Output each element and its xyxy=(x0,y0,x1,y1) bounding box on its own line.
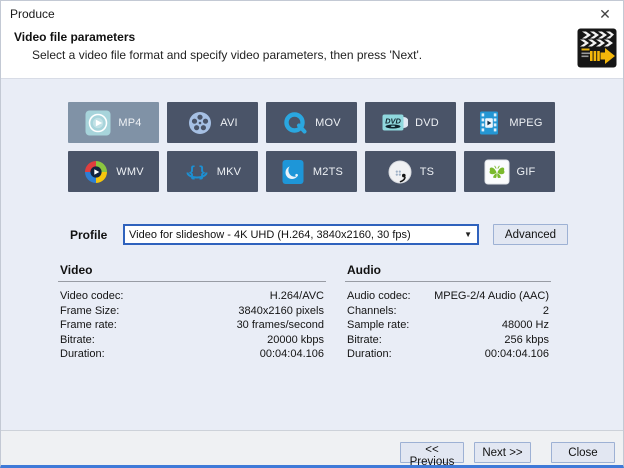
format-label: AVI xyxy=(220,117,238,129)
window-title: Produce xyxy=(10,7,55,21)
video-section: Video Video codec: H.264/AVC Frame Size:… xyxy=(58,263,326,362)
page-subtitle: Select a video file format and specify v… xyxy=(32,48,422,62)
format-label: MOV xyxy=(315,117,341,129)
format-label: MKV xyxy=(217,166,241,178)
matroska-braces-icon: { } xyxy=(184,159,210,185)
detail-label: Frame rate: xyxy=(60,319,117,331)
format-button-mov[interactable]: MOV xyxy=(266,102,357,143)
detail-label: Bitrate: xyxy=(60,334,95,346)
table-row: Duration: 00:04:04.106 xyxy=(345,347,551,362)
detail-label: Duration: xyxy=(347,348,392,360)
detail-label: Bitrate: xyxy=(347,334,382,346)
mp4-play-icon xyxy=(85,110,111,136)
blu-ray-disc-icon xyxy=(280,159,306,185)
audio-section-title: Audio xyxy=(345,263,551,282)
chevron-down-icon: ▼ xyxy=(459,230,477,239)
butterfly-icon xyxy=(484,159,510,185)
video-detail-rows: Video codec: H.264/AVC Frame Size: 3840x… xyxy=(58,289,326,362)
format-button-mp4[interactable]: MP4 xyxy=(68,102,159,143)
format-label: TS xyxy=(420,166,434,178)
film-reel-icon xyxy=(187,110,213,136)
table-row: Frame rate: 30 frames/second xyxy=(58,318,326,333)
format-button-gif[interactable]: GIF xyxy=(464,151,555,192)
title-bar: Produce ✕ xyxy=(1,1,623,27)
previous-button[interactable]: << Previous xyxy=(400,442,464,463)
format-label: MP4 xyxy=(118,117,141,129)
format-button-m2ts[interactable]: M2TS xyxy=(266,151,357,192)
svg-text:{ }: { } xyxy=(189,163,205,180)
detail-value: 30 frames/second xyxy=(237,319,324,331)
content-area: MP4 AVI xyxy=(1,78,623,430)
detail-value: 20000 kbps xyxy=(267,334,324,346)
detail-value: 2 xyxy=(543,305,549,317)
format-label: M2TS xyxy=(313,166,343,178)
detail-label: Frame Size: xyxy=(60,305,119,317)
detail-value: 00:04:04.106 xyxy=(485,348,549,360)
table-row: Bitrate: 256 kbps xyxy=(345,333,551,348)
footer-bar: << Previous Next >> Close xyxy=(1,430,623,465)
detail-value: 00:04:04.106 xyxy=(260,348,324,360)
detail-label: Channels: xyxy=(347,305,397,317)
table-row: Bitrate: 20000 kbps xyxy=(58,333,326,348)
profile-label: Profile xyxy=(70,228,107,242)
format-button-mkv[interactable]: { } MKV xyxy=(167,151,258,192)
format-label: MPEG xyxy=(509,117,542,129)
detail-label: Sample rate: xyxy=(347,319,409,331)
clapperboard-icon xyxy=(577,28,617,68)
format-label: GIF xyxy=(517,166,536,178)
format-grid: MP4 AVI xyxy=(68,102,555,192)
table-row: Frame Size: 3840x2160 pixels xyxy=(58,304,326,319)
quicktime-q-icon xyxy=(282,110,308,136)
format-button-mpeg[interactable]: MPEG xyxy=(464,102,555,143)
video-section-title: Video xyxy=(58,263,326,282)
table-row: Channels: 2 xyxy=(345,304,551,319)
media-color-wheel-icon xyxy=(83,159,109,185)
detail-value: 48000 Hz xyxy=(502,319,549,331)
format-label: WMV xyxy=(116,166,143,178)
close-button[interactable]: Close xyxy=(551,442,615,463)
profile-dropdown[interactable]: Video for slideshow - 4K UHD (H.264, 384… xyxy=(123,224,479,245)
audio-detail-rows: Audio codec: MPEG-2/4 Audio (AAC) Channe… xyxy=(345,289,551,362)
detail-value: 256 kbps xyxy=(504,334,549,346)
detail-value: H.264/AVC xyxy=(270,290,324,302)
profile-dropdown-value: Video for slideshow - 4K UHD (H.264, 384… xyxy=(125,229,459,241)
table-row: Sample rate: 48000 Hz xyxy=(345,318,551,333)
detail-label: Video codec: xyxy=(60,290,123,302)
format-button-ts[interactable]: TS xyxy=(365,151,456,192)
table-row: Video codec: H.264/AVC xyxy=(58,289,326,304)
audio-section: Audio Audio codec: MPEG-2/4 Audio (AAC) … xyxy=(345,263,551,362)
dvd-disc-icon: DVD xyxy=(382,110,408,136)
table-row: Audio codec: MPEG-2/4 Audio (AAC) xyxy=(345,289,551,304)
satellite-sphere-icon xyxy=(387,159,413,185)
format-button-wmv[interactable]: WMV xyxy=(68,151,159,192)
close-icon[interactable]: ✕ xyxy=(595,4,615,24)
film-strip-icon xyxy=(476,110,502,136)
produce-dialog: Produce ✕ Video file parameters Select a… xyxy=(0,0,624,468)
detail-value: MPEG-2/4 Audio (AAC) xyxy=(434,290,549,302)
format-button-avi[interactable]: AVI xyxy=(167,102,258,143)
page-title: Video file parameters xyxy=(14,30,135,44)
svg-text:DVD: DVD xyxy=(385,116,401,125)
detail-value: 3840x2160 pixels xyxy=(238,305,324,317)
detail-label: Audio codec: xyxy=(347,290,411,302)
next-button[interactable]: Next >> xyxy=(474,442,531,463)
table-row: Duration: 00:04:04.106 xyxy=(58,347,326,362)
detail-label: Duration: xyxy=(60,348,105,360)
format-label: DVD xyxy=(415,117,439,129)
advanced-button[interactable]: Advanced xyxy=(493,224,568,245)
format-button-dvd[interactable]: DVD DVD xyxy=(365,102,456,143)
